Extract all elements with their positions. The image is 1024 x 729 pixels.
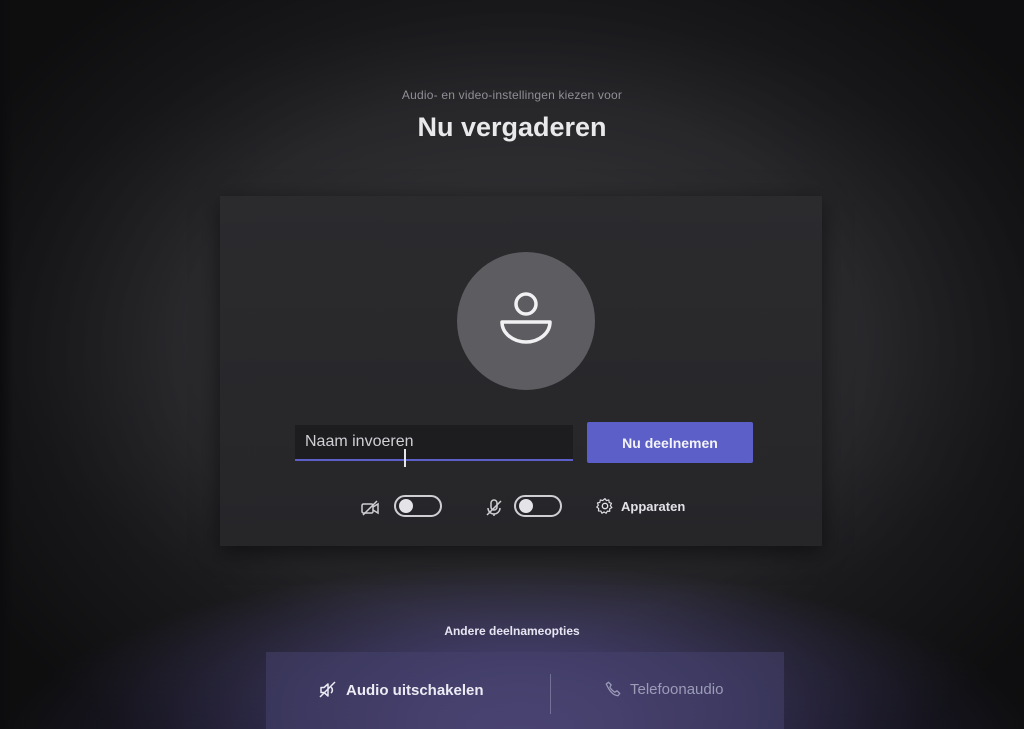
devices-label: Apparaten [621, 498, 686, 514]
audio-off-label: Audio uitschakelen [346, 681, 484, 699]
monitor-edge [0, 0, 14, 729]
phone-icon [605, 681, 621, 697]
audio-off-option[interactable]: Audio uitschakelen [318, 680, 484, 700]
gear-icon [596, 498, 613, 514]
person-icon [500, 292, 552, 344]
speaker-off-icon [319, 681, 336, 698]
mic-off-icon [486, 499, 502, 516]
devices-button[interactable]: Apparaten [596, 492, 685, 520]
options-divider [550, 674, 551, 714]
camera-toggle[interactable] [394, 495, 442, 517]
preview-panel: Nu deelnemen [220, 196, 822, 546]
meeting-title: Nu vergaderen [417, 112, 607, 142]
teams-prejoin-screen: Audio- en video-instellingen kiezen voor… [0, 0, 1024, 729]
join-now-button[interactable]: Nu deelnemen [587, 422, 753, 463]
prejoin-subtitle: Audio- en video-instellingen kiezen voor [401, 88, 623, 102]
phone-audio-label: Telefoonaudio [630, 680, 724, 698]
other-join-options-bar: Audio uitschakelen Telefoonaudio [266, 652, 784, 729]
text-cursor [404, 449, 406, 467]
camera-off-icon [361, 500, 379, 516]
phone-audio-option[interactable]: Telefoonaudio [604, 680, 723, 698]
name-input[interactable] [295, 425, 573, 461]
mic-toggle[interactable] [514, 495, 562, 517]
camera-toggle-knob [399, 499, 413, 513]
other-join-options-heading: Andere deelnameopties [444, 624, 580, 638]
media-controls: Apparaten [360, 492, 720, 522]
mic-toggle-knob [519, 499, 533, 513]
avatar [457, 252, 595, 390]
